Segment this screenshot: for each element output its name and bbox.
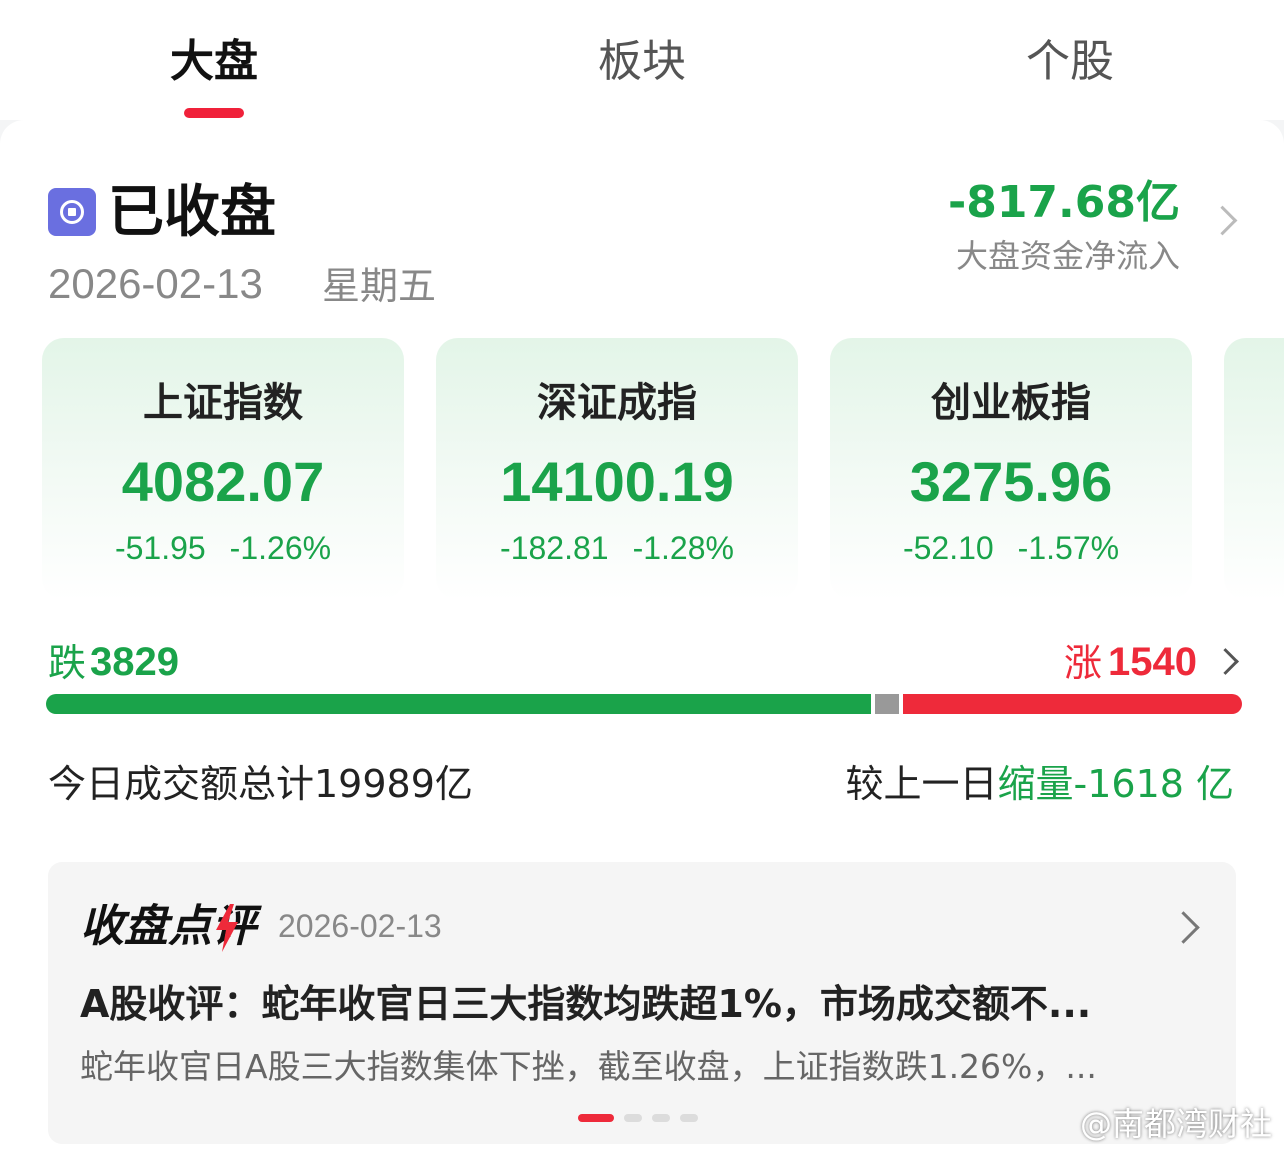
rise-count: 1540 <box>1108 640 1197 684</box>
carousel-dot[interactable] <box>680 1114 698 1122</box>
index-card-shanghai[interactable]: 上证指数 4082.07 -51.95 -1.26% <box>42 338 404 600</box>
index-change-percent: -1.57% <box>1017 530 1120 566</box>
index-name: 创业板指 <box>931 380 1091 426</box>
market-status: 已收盘 <box>108 180 276 245</box>
index-value: 3275.96 <box>909 450 1113 513</box>
net-inflow-label[interactable]: 大盘资金净流入 <box>956 234 1180 278</box>
index-change-points: -182.81 <box>500 530 609 566</box>
watermark: @南都湾财社 <box>1079 1105 1272 1143</box>
index-change-points: -51.95 <box>114 530 206 566</box>
turnover-compare: 较上一日缩量-1618 亿 <box>845 760 1234 808</box>
fall-label: 跌 <box>48 641 87 685</box>
review-summary: 蛇年收官日A股三大指数集体下挫，截至收盘，上证指数跌1.26%，... <box>80 1047 1097 1086</box>
index-change-percent: -1.28% <box>632 530 734 566</box>
index-card-partial[interactable] <box>1224 338 1284 600</box>
index-name: 深证成指 <box>537 380 697 426</box>
breadth-bar[interactable] <box>46 694 1242 714</box>
carousel-indicator <box>578 1114 698 1122</box>
trade-date: 2026-02-13 <box>48 260 263 307</box>
tab-stocks[interactable]: 个股 <box>970 30 1170 94</box>
trade-weekday: 星期五 <box>322 264 437 308</box>
tab-market[interactable]: 大盘 <box>114 30 314 94</box>
breadth-bar-fall <box>46 694 872 714</box>
top-tab-bar: 大盘 板块 个股 <box>0 0 1284 120</box>
index-change-points: -52.10 <box>902 530 994 566</box>
review-headline[interactable]: A股收评：蛇年收官日三大指数均跌超1%，市场成交额不... <box>80 980 1200 1028</box>
breadth-bar-flat <box>875 694 900 714</box>
index-change: -51.95 -1.26% <box>42 528 404 568</box>
carousel-dot[interactable] <box>578 1114 614 1122</box>
index-change-percent: -1.26% <box>229 530 332 566</box>
carousel-dot[interactable] <box>624 1114 642 1122</box>
closing-review-card[interactable]: 收盘点评 2026-02-13 A股收评：蛇年收官日三大指数均跌超1%，市场成交… <box>48 862 1236 1144</box>
index-change: -182.81 -1.28% <box>436 528 798 568</box>
index-name: 上证指数 <box>143 380 303 426</box>
breadth-bar-rise <box>903 694 1242 714</box>
index-change: -52.10 -1.57% <box>830 528 1192 568</box>
chevron-right-icon[interactable] <box>1167 911 1200 944</box>
rise-label: 涨 <box>1064 641 1103 685</box>
active-tab-indicator <box>184 108 244 118</box>
stop-circle-icon <box>48 188 96 236</box>
index-card-chinext[interactable]: 创业板指 3275.96 -52.10 -1.57% <box>830 338 1192 600</box>
turnover-compare-value: 缩量-1618 亿 <box>997 762 1235 806</box>
index-card-shenzhen[interactable]: 深证成指 14100.19 -182.81 -1.28% <box>436 338 798 600</box>
net-inflow-value[interactable]: -817.68亿 <box>948 176 1180 230</box>
fall-count: 3829 <box>90 640 179 684</box>
carousel-dot[interactable] <box>652 1114 670 1122</box>
turnover-compare-prefix: 较上一日 <box>845 762 998 806</box>
tab-sectors[interactable]: 板块 <box>542 30 742 94</box>
lightning-icon <box>216 904 238 952</box>
index-value: 4082.07 <box>121 450 325 513</box>
review-date: 2026-02-13 <box>278 908 442 944</box>
turnover-total: 今日成交额总计19989亿 <box>48 762 473 806</box>
index-value: 14100.19 <box>500 450 734 513</box>
